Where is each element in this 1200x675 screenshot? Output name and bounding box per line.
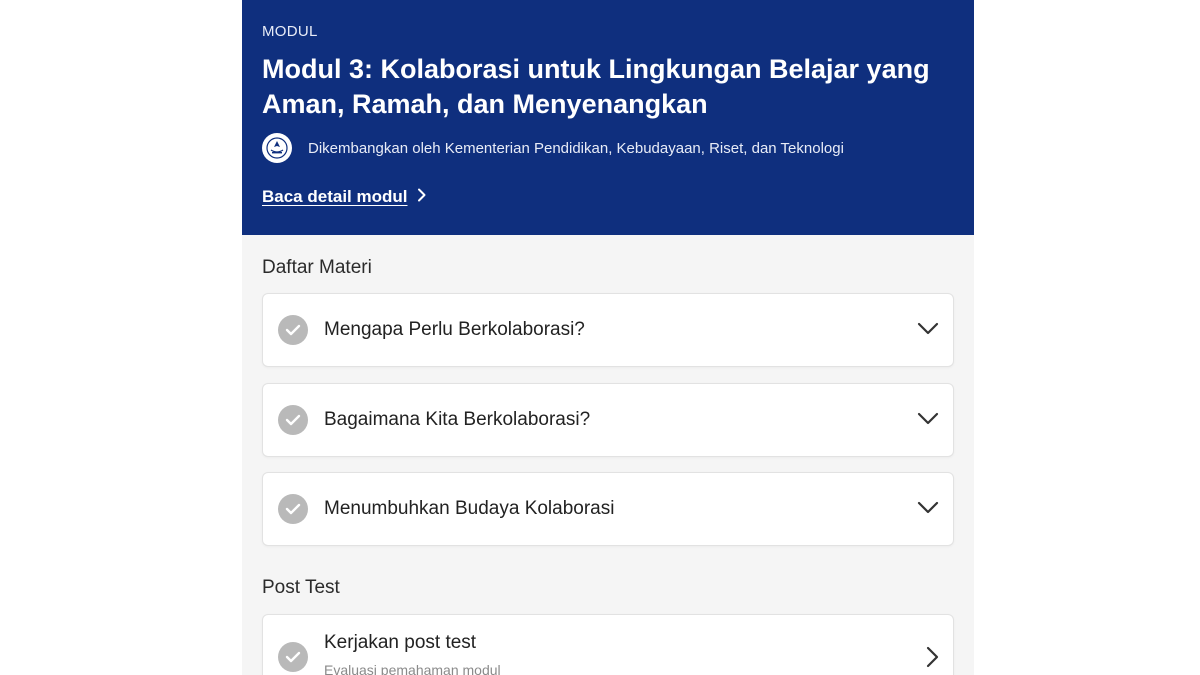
post-test-subtitle: Evaluasi pemahaman modul <box>324 662 501 675</box>
page: MODUL Modul 3: Kolaborasi untuk Lingkung… <box>0 0 1200 675</box>
read-module-detail-link[interactable]: Baca detail modul <box>262 187 427 207</box>
check-circle-icon <box>278 642 308 672</box>
material-item-title: Mengapa Perlu Berkolaborasi? <box>324 319 585 340</box>
materials-heading: Daftar Materi <box>262 257 372 278</box>
check-circle-icon <box>278 494 308 524</box>
post-test-card[interactable]: Kerjakan post test Evaluasi pemahaman mo… <box>262 614 954 675</box>
ministry-logo-icon <box>262 133 292 163</box>
material-item[interactable]: Menumbuhkan Budaya Kolaborasi <box>262 472 954 546</box>
chevron-right-icon <box>407 187 427 207</box>
check-circle-icon <box>278 405 308 435</box>
module-kicker: MODUL <box>262 23 318 40</box>
material-item[interactable]: Bagaimana Kita Berkolaborasi? <box>262 383 954 457</box>
read-module-detail-label: Baca detail modul <box>262 187 408 206</box>
module-title: Modul 3: Kolaborasi untuk Lingkungan Bel… <box>262 52 962 122</box>
material-item[interactable]: Mengapa Perlu Berkolaborasi? <box>262 293 954 367</box>
developer-text: Dikembangkan oleh Kementerian Pendidikan… <box>308 139 844 157</box>
module-panel: MODUL Modul 3: Kolaborasi untuk Lingkung… <box>242 0 974 675</box>
post-test-title: Kerjakan post test <box>324 632 477 653</box>
module-title-line-1: Modul 3: Kolaborasi untuk Lingkungan Bel… <box>262 54 930 84</box>
material-item-title: Bagaimana Kita Berkolaborasi? <box>324 409 591 430</box>
module-title-line-2: Aman, Ramah, dan Menyenangkan <box>262 89 708 119</box>
developer-row: Dikembangkan oleh Kementerian Pendidikan… <box>262 133 844 163</box>
module-header: MODUL Modul 3: Kolaborasi untuk Lingkung… <box>242 0 974 235</box>
chevron-down-icon[interactable] <box>917 412 939 431</box>
material-item-title: Menumbuhkan Budaya Kolaborasi <box>324 498 615 519</box>
chevron-right-icon[interactable] <box>925 646 939 673</box>
check-circle-icon <box>278 315 308 345</box>
post-test-heading: Post Test <box>262 577 340 598</box>
chevron-down-icon[interactable] <box>917 501 939 520</box>
chevron-down-icon[interactable] <box>917 322 939 341</box>
